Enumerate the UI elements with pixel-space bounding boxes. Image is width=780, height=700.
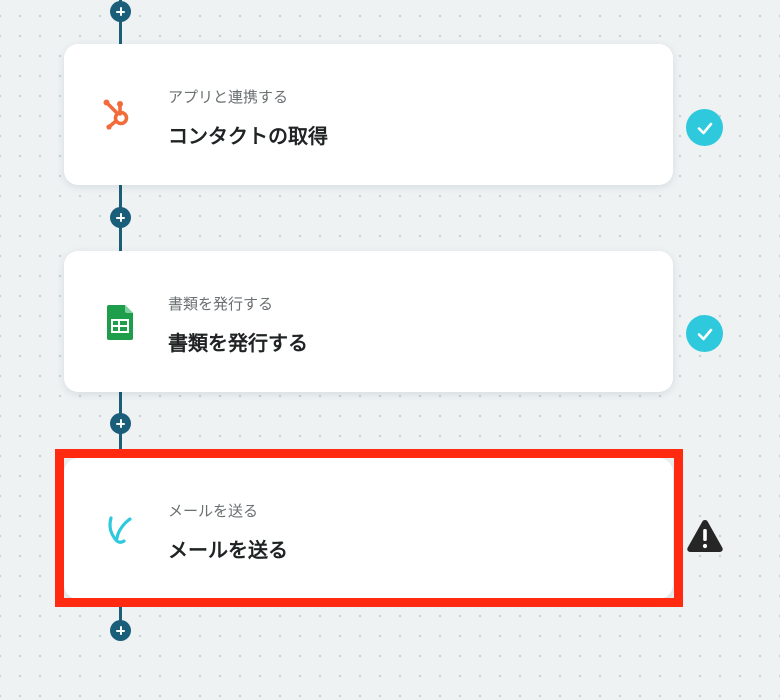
step-subtitle: アプリと連携する [168, 89, 289, 106]
step-subtitle: メールを送る [168, 503, 259, 520]
check-circle-icon [686, 315, 723, 352]
step-title: コンタクトの取得 [168, 126, 328, 148]
warning-triangle-icon [686, 518, 724, 554]
add-step-button[interactable] [110, 413, 131, 434]
add-step-button[interactable] [110, 207, 131, 228]
check-circle-icon [686, 109, 723, 146]
flow-step-card-send-mail[interactable]: メールを送る メールを送る [64, 458, 673, 599]
yoom-mail-icon [100, 509, 140, 549]
hubspot-icon [100, 95, 140, 135]
step-subtitle: 書類を発行する [168, 296, 274, 313]
step-title: 書類を発行する [168, 333, 308, 355]
add-step-button[interactable] [110, 1, 131, 22]
add-step-button[interactable] [110, 620, 131, 641]
flow-step-card-get-contact[interactable]: アプリと連携する コンタクトの取得 [64, 44, 673, 185]
flow-step-card-issue-document[interactable]: 書類を発行する 書類を発行する [64, 251, 673, 392]
step-title: メールを送る [168, 540, 288, 562]
google-sheets-icon [100, 302, 140, 342]
